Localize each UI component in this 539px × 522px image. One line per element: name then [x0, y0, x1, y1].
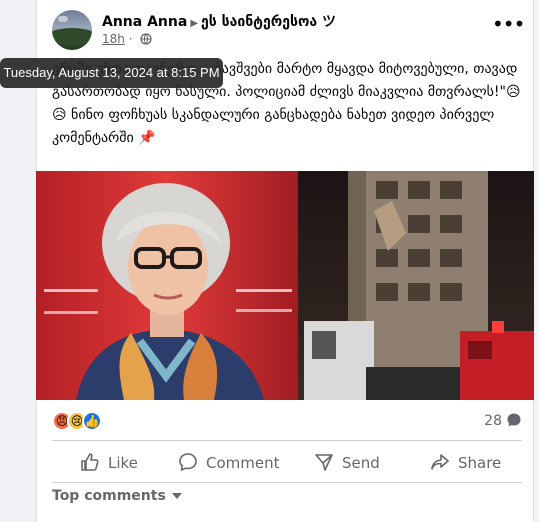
post-image[interactable] [36, 171, 534, 400]
send-icon [315, 454, 333, 471]
timestamp-tooltip: Tuesday, August 13, 2024 at 8:15 PM [0, 58, 223, 88]
comment-count-value: 28 [484, 413, 502, 429]
caret-right-icon: ▶ [190, 18, 199, 29]
meta-dot: · [124, 32, 137, 46]
like-reaction-icon: 👍 [82, 411, 102, 431]
comment-icon [179, 453, 197, 471]
comment-sort-dropdown[interactable]: Top comments [52, 488, 182, 504]
divider-top [52, 440, 522, 441]
comment-label: Comment [206, 454, 280, 472]
share-label: Share [458, 454, 502, 472]
avatar-cloud [58, 16, 68, 22]
action-bar: Like Comment Send Share [52, 446, 522, 480]
comment-button[interactable]: Comment [178, 446, 280, 480]
divider-bottom [52, 482, 522, 483]
send-button[interactable]: Send [314, 446, 380, 480]
share-icon [431, 454, 449, 470]
like-button[interactable]: Like [80, 446, 138, 480]
comment-count[interactable]: 28 [484, 412, 522, 429]
comment-sort-label: Top comments [52, 488, 166, 504]
more-options-icon[interactable]: ••• [492, 14, 525, 38]
post-header: Anna Anna ▶ ეს საინტერესოა ツ 18h · ••• [52, 10, 525, 54]
author-avatar[interactable] [52, 10, 92, 50]
like-icon [81, 453, 99, 471]
post-time[interactable]: 18h [102, 32, 125, 46]
globe-icon[interactable] [140, 33, 152, 45]
like-label: Like [108, 454, 138, 472]
author-name[interactable]: Anna Anna [102, 14, 187, 30]
reactions-bar: 😠 😢 👍 28 [52, 410, 522, 432]
avatar-hill [52, 28, 92, 44]
author-line: Anna Anna ▶ ეს საინტერესოა ツ [102, 11, 336, 31]
speech-bubble-icon [507, 413, 521, 427]
share-button[interactable]: Share [430, 446, 501, 480]
post-meta: 18h · [102, 32, 152, 46]
group-name[interactable]: ეს საინტერესოა ツ [201, 14, 336, 30]
chevron-down-icon [171, 493, 182, 499]
send-label: Send [342, 454, 380, 472]
